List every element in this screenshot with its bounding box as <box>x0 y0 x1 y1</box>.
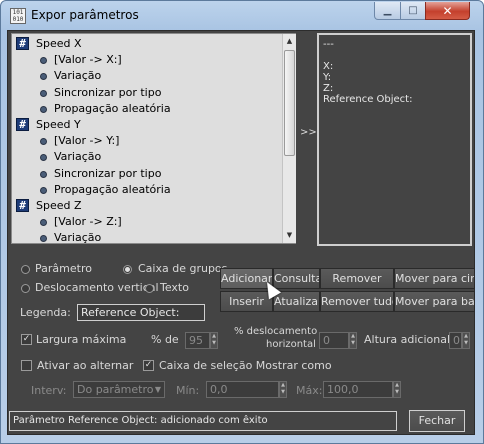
bullet-icon <box>40 105 47 113</box>
close-window-button[interactable]: ✕ <box>425 2 470 20</box>
desloc-horizontal-spinner[interactable]: ▲ ▼ <box>349 332 357 349</box>
bullet-icon <box>40 73 47 81</box>
preview-panel: --- X: Y: Z: Reference Object: <box>317 33 472 246</box>
pct-de-spinner[interactable]: ▲ ▼ <box>210 332 218 349</box>
scroll-up-arrow-icon[interactable]: ▲ <box>283 34 296 49</box>
max-input[interactable]: 100,0 <box>323 381 393 398</box>
radio-parametro-label: Parâmetro <box>35 262 92 275</box>
bullet-icon <box>40 57 47 65</box>
min-input[interactable]: 0,0 <box>206 381 279 398</box>
tree-item-label: [Valor -> Y:] <box>54 134 120 148</box>
maximize-icon: □ <box>408 5 418 16</box>
hash-group-icon: # <box>16 37 29 50</box>
bullet-icon <box>40 138 47 146</box>
transfer-arrows: >> <box>300 127 317 138</box>
mover-para-cima-button[interactable]: Mover para cima <box>394 268 475 289</box>
max-label: Máx: <box>296 384 323 397</box>
legenda-label: Legenda: <box>20 306 71 319</box>
min-label: Mín: <box>176 384 200 397</box>
tree-item-label: Speed Y <box>36 118 81 131</box>
tree-item-label: Variação <box>54 69 102 83</box>
hash-group-icon: # <box>16 118 29 131</box>
tree-item-label: Sincronizar por tipo <box>54 166 162 180</box>
bullet-icon <box>40 186 47 194</box>
preview-line: --- <box>323 39 334 50</box>
desloc-horizontal-label-1: % deslocamento <box>234 326 318 337</box>
ativar-ao-alternar-checkbox[interactable] <box>21 360 32 371</box>
bullet-icon <box>40 154 47 162</box>
caixa-selecao-label: Caixa de seleção Mostrar como <box>159 359 332 372</box>
bullet-icon <box>40 219 47 227</box>
preview-line: Reference Object: <box>323 94 413 105</box>
desloc-horizontal-label-2: horizontal <box>266 339 316 350</box>
minimize-button[interactable]: ▁ <box>374 2 401 20</box>
tree-scrollbar[interactable]: ▲ ▼ <box>282 34 296 243</box>
window-title: Expor parâmetros <box>31 8 139 22</box>
tree-item-label: Sincronizar por tipo <box>54 85 162 99</box>
radio-caixa-label: Caixa de grupos <box>138 262 228 275</box>
parameter-tree[interactable]: # Speed X [Valor -> X:] Variação Sincronizar… <box>11 33 296 244</box>
tree-item-label: Speed Z <box>36 199 82 212</box>
radio-deslocamento-label: Deslocamento vertical <box>35 281 159 294</box>
tree-item-label: Propagação aleatória <box>54 101 171 115</box>
bullet-icon <box>40 89 47 97</box>
minimize-icon: ▁ <box>383 5 392 16</box>
maximize-button[interactable]: □ <box>400 2 426 20</box>
tree-item-label: Variação <box>54 231 102 244</box>
legenda-input[interactable]: Reference Object: <box>77 304 205 321</box>
interv-dropdown[interactable]: Do parâmetro ▼ <box>73 381 165 398</box>
desloc-horizontal-input[interactable]: 0 <box>319 332 349 349</box>
tree-item-label: Variação <box>54 150 102 164</box>
preview-line: X: <box>323 61 334 72</box>
radio-deslocamento-vertical[interactable] <box>21 284 30 293</box>
hash-group-icon: # <box>16 199 29 212</box>
close-icon: ✕ <box>442 3 453 18</box>
interv-label: Interv: <box>31 384 67 397</box>
atualizar-button[interactable]: Atualizar <box>273 291 320 312</box>
largura-maxima-checkbox[interactable]: ✓ <box>21 334 32 345</box>
largura-maxima-label: Largura máxima <box>36 333 127 346</box>
remover-tudo-button[interactable]: Remover tudo <box>320 291 394 312</box>
tree-item-label: [Valor -> X:] <box>54 53 122 67</box>
remover-button[interactable]: Remover <box>320 268 394 289</box>
caixa-selecao-checkbox[interactable]: ✓ <box>143 360 154 371</box>
mover-para-baixo-button[interactable]: Mover para baixo <box>394 291 475 312</box>
bullet-icon <box>40 235 47 243</box>
status-bar: Parâmetro Reference Object: adicionado c… <box>9 411 397 431</box>
radio-caixa-de-grupos[interactable] <box>123 265 132 274</box>
tree-item-label: [Valor -> Z:] <box>54 215 122 229</box>
ativar-ao-alternar-label: Ativar ao alternar <box>37 359 134 372</box>
radio-parametro[interactable] <box>21 265 30 274</box>
preview-line: Y: <box>323 72 332 83</box>
preview-line <box>323 50 470 61</box>
tree-item-label: Propagação aleatória <box>54 182 171 196</box>
altura-adicional-input[interactable]: 0 <box>449 332 462 349</box>
altura-adicional-spinner[interactable]: ▲ ▼ <box>462 332 470 349</box>
scroll-thumb[interactable] <box>284 50 295 156</box>
consulta-button[interactable]: Consulta <box>273 268 320 289</box>
max-spinner[interactable]: ▲ ▼ <box>393 381 401 398</box>
interv-value: Do parâmetro <box>77 383 154 396</box>
preview-line: Z: <box>323 83 334 94</box>
pct-de-label: % de <box>151 333 179 346</box>
app-icon: 101 010 <box>10 8 26 24</box>
radio-texto[interactable] <box>145 284 154 293</box>
tree-item-label: Speed X <box>36 37 82 50</box>
radio-texto-label: Texto <box>160 281 189 294</box>
bullet-icon <box>40 170 47 178</box>
altura-adicional-label: Altura adicional: <box>364 333 454 346</box>
scroll-down-arrow-icon[interactable]: ▼ <box>283 228 296 243</box>
pct-de-input[interactable]: 95 <box>185 332 210 349</box>
title-bar[interactable]: 101 010 Expor parâmetros ▁ □ ✕ <box>1 1 483 31</box>
fechar-button[interactable]: Fechar <box>409 410 465 432</box>
chevron-down-icon: ▼ <box>154 385 161 394</box>
min-spinner[interactable]: ▲ ▼ <box>279 381 287 398</box>
